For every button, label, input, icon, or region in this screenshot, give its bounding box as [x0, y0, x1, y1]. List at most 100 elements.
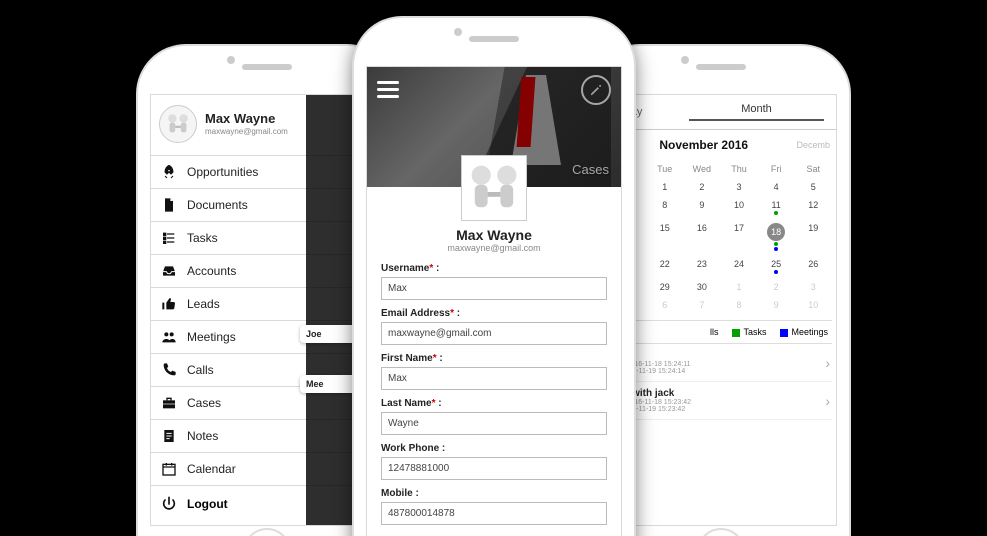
shirt-graphic	[511, 75, 561, 165]
handshake-icon	[164, 110, 192, 138]
home-button[interactable]	[243, 528, 291, 536]
email-field[interactable]	[381, 322, 607, 345]
username-label: Username* :	[381, 263, 607, 274]
calendar-day[interactable]: 26	[795, 255, 832, 278]
event-dot-icon	[774, 211, 778, 215]
handshake-icon	[462, 156, 526, 220]
calendar-day[interactable]: 9	[758, 296, 795, 314]
dow-header: Thu	[720, 160, 757, 178]
calendar-day[interactable]: 1	[646, 178, 683, 196]
dow-header: Sat	[795, 160, 832, 178]
calendar-day[interactable]: 15	[646, 219, 683, 255]
profile-screen: Cases Max Wayne maxwayne@gmail.com Usern…	[366, 66, 622, 536]
calendar-day[interactable]: 5	[795, 178, 832, 196]
legend-tasks: Tasks	[732, 327, 766, 337]
chevron-right-icon: ›	[825, 393, 830, 409]
event-title: Talk	[611, 350, 825, 361]
avatar[interactable]	[461, 155, 527, 221]
calendar-day[interactable]: 10	[795, 296, 832, 314]
calendar-day[interactable]: 1	[720, 278, 757, 296]
mobile-field[interactable]	[381, 502, 607, 525]
event-title: ting with jack	[611, 388, 825, 399]
logout-label: Logout	[187, 497, 228, 511]
profile-form: Max Wayne maxwayne@gmail.com Username* :…	[367, 187, 621, 535]
event-dot-icon	[774, 270, 778, 274]
calendar-day[interactable]: 8	[646, 196, 683, 219]
profile-email: maxwayne@gmail.com	[205, 127, 288, 136]
next-month[interactable]: Decemb	[796, 140, 830, 150]
calendar-day[interactable]: 29	[646, 278, 683, 296]
calendar-day[interactable]: 8	[720, 296, 757, 314]
document-icon	[161, 197, 177, 213]
event-item[interactable]: ting with jackate : 2016-11-18 15:23:42e…	[609, 382, 832, 420]
dow-header: Fri	[758, 160, 795, 178]
calendar-day[interactable]: 4	[758, 178, 795, 196]
home-button[interactable]	[697, 528, 745, 536]
center-device: Cases Max Wayne maxwayne@gmail.com Usern…	[354, 18, 634, 536]
note-icon	[161, 428, 177, 444]
event-item[interactable]: Talkate : 2016-11-18 15:24:11e : 2016-11…	[609, 344, 832, 382]
calendar-screen: Today Month November 2016 Decemb MonTueW…	[604, 94, 837, 526]
last_name-field[interactable]	[381, 412, 607, 435]
device-camera	[454, 28, 462, 36]
people-icon	[161, 329, 177, 345]
calendar-day[interactable]: 19	[795, 219, 832, 255]
sidebar-screen: Max Wayne maxwayne@gmail.com Opportuniti…	[150, 94, 383, 526]
calendar-day[interactable]: 23	[683, 255, 720, 278]
calendar-day[interactable]: 10	[720, 196, 757, 219]
tab-label: Month	[741, 103, 772, 115]
calendar-day[interactable]: 25	[758, 255, 795, 278]
calendar-day[interactable]: 3	[795, 278, 832, 296]
tab-underline	[689, 119, 824, 121]
calendar-day[interactable]: 6	[646, 296, 683, 314]
hamburger-button[interactable]	[377, 77, 399, 102]
edit-button[interactable]	[581, 75, 611, 105]
dow-header: Wed	[683, 160, 720, 178]
inbox-icon	[161, 263, 177, 279]
calendar-day[interactable]: 18	[758, 219, 795, 255]
first_name-field[interactable]	[381, 367, 607, 390]
tab-month[interactable]: Month	[677, 95, 836, 129]
display-name: Max Wayne	[381, 227, 607, 243]
calendar-day[interactable]: 12	[795, 196, 832, 219]
work_phone-label: Work Phone :	[381, 443, 607, 454]
calendar-day[interactable]: 30	[683, 278, 720, 296]
legend-meetings: Meetings	[780, 327, 828, 337]
device-camera	[227, 56, 235, 64]
calendar-day[interactable]: 2	[758, 278, 795, 296]
work_phone-field[interactable]	[381, 457, 607, 480]
calendar-day[interactable]: 9	[683, 196, 720, 219]
calendar-day[interactable]: 17	[720, 219, 757, 255]
page-title: Cases	[572, 162, 609, 177]
profile-name: Max Wayne	[205, 112, 288, 126]
device-earpiece	[469, 36, 519, 42]
calendar-day[interactable]: 7	[683, 296, 720, 314]
calendar-tabs: Today Month	[605, 95, 836, 130]
calendar-day[interactable]: 22	[646, 255, 683, 278]
event-times: ate : 2016-11-18 15:24:11e : 2016-11-19 …	[611, 361, 825, 375]
first_name-label: First Name* :	[381, 353, 607, 364]
tie-graphic	[517, 77, 536, 147]
email-label: Email Address* :	[381, 308, 607, 319]
calendar-day[interactable]: 2	[683, 178, 720, 196]
device-earpiece	[696, 64, 746, 70]
calendar-day[interactable]: 11	[758, 196, 795, 219]
device-camera	[681, 56, 689, 64]
chevron-right-icon: ›	[825, 355, 830, 371]
calendar-legend: lls Tasks Meetings	[609, 321, 832, 344]
current-month[interactable]: November 2016	[611, 138, 796, 152]
device-earpiece	[242, 64, 292, 70]
display-email: maxwayne@gmail.com	[381, 243, 607, 253]
dow-header: Tue	[646, 160, 683, 178]
briefcase-icon	[161, 395, 177, 411]
legend-calls: lls	[710, 327, 719, 337]
username-field[interactable]	[381, 277, 607, 300]
calendar-day[interactable]: 24	[720, 255, 757, 278]
calendar-icon	[161, 461, 177, 477]
calendar-day[interactable]: 16	[683, 219, 720, 255]
calendar-day[interactable]: 3	[720, 178, 757, 196]
event-times: ate : 2016-11-18 15:23:42e : 2016-11-19 …	[611, 399, 825, 413]
event-dot-icon	[774, 247, 778, 251]
last_name-label: Last Name* :	[381, 398, 607, 409]
event-dot-icon	[774, 242, 778, 246]
